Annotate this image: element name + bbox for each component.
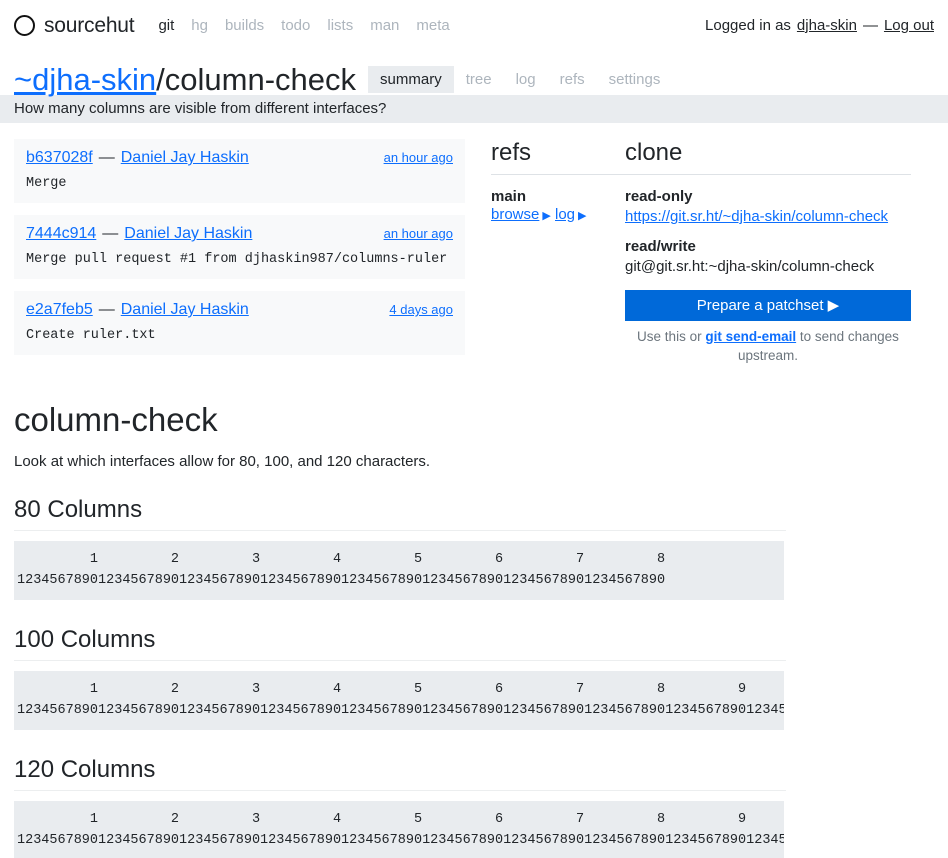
ruler-tens-line: 1 2 3 4 5 6 7 8 [17,552,666,567]
ruler-digits-line: 1234567890123456789012345678901234567890… [17,703,784,718]
nav-link-lists[interactable]: lists [327,17,353,34]
commit-dash: — [98,149,115,166]
nav-link-meta[interactable]: meta [416,17,449,34]
tab-refs[interactable]: refs [548,66,597,93]
ref-log-link[interactable]: log [555,206,575,223]
commit-author-link[interactable]: Daniel Jay Haskin [121,301,249,319]
tab-tree[interactable]: tree [454,66,504,93]
username-link[interactable]: djha-skin [797,17,857,34]
commit-hash-link[interactable]: e2a7feb5 [26,301,93,319]
ruler-digits-line: 1234567890123456789012345678901234567890… [17,573,666,588]
prepare-patchset-button[interactable]: Prepare a patchset ▶ [625,289,911,321]
commit-author-link[interactable]: Daniel Jay Haskin [121,149,249,167]
readme-title: column-check [14,401,218,438]
nav-separator: — [862,17,878,34]
logout-link[interactable]: Log out [884,17,934,34]
refs-panel: refs main browse ▶ log ▶ [465,123,625,367]
nav-link-man[interactable]: man [370,17,399,34]
commit-message: Merge [26,176,67,191]
ruler-block-120: 1 2 3 4 5 6 7 8 9 10 11 12 1234567890123… [14,801,784,858]
commit-header: b637028f — Daniel Jay Haskin an hour ago [26,149,453,167]
summary-columns: b637028f — Daniel Jay Haskin an hour ago… [0,123,948,367]
commit-message: Create ruler.txt [26,328,156,343]
clone-readwrite-label: read/write [625,237,696,255]
ref-actions: browse ▶ log ▶ [491,206,625,223]
page-title: ~djha-skin/column-check [14,64,356,95]
repo-name-label: column-check [164,62,357,97]
nav-link-builds[interactable]: builds [225,17,264,34]
tab-settings[interactable]: settings [597,66,673,93]
refs-panel-title: refs [491,139,625,175]
commit-header: 7444c914 — Daniel Jay Haskin an hour ago [26,225,453,243]
ruler-tens-line: 1 2 3 4 5 6 7 8 9 10 [17,682,784,697]
table-row: e2a7feb5 — Daniel Jay Haskin 4 days ago … [14,291,465,355]
clone-readonly-url: https://git.sr.ht/~djha-skin/column-chec… [625,206,911,228]
ref-browse-link[interactable]: browse [491,206,539,223]
clone-panel-title: clone [625,139,911,175]
readme-content: column-check Look at which interfaces al… [0,367,800,858]
ruler-block-100: 1 2 3 4 5 6 7 8 9 10 1234567890123456789… [14,671,784,730]
brand-label: sourcehut [44,13,135,37]
readme-heading-80-columns: 80 Columns [14,496,786,531]
commit-hash-link[interactable]: b637028f [26,149,93,167]
repo-title-slash: / [156,62,165,97]
ruler-digits-line: 1234567890123456789012345678901234567890… [17,833,784,848]
ruler-tens-line: 1 2 3 4 5 6 7 8 9 10 11 12 [89,812,747,827]
clone-readonly-link[interactable]: https://git.sr.ht/~djha-skin/column-chec… [625,208,888,225]
logged-in-label: Logged in as [705,17,791,34]
clone-panel: clone read-only https://git.sr.ht/~djha-… [625,123,925,367]
sourcehut-brand-link[interactable]: sourcehut [14,13,135,38]
clone-readonly-label: read-only [625,188,693,205]
service-nav-links: git hg builds todo lists man meta [158,17,449,34]
commit-timestamp-link[interactable]: an hour ago [384,150,453,165]
clone-readwrite-url: git@git.sr.ht:~djha-skin/column-check [625,257,875,275]
commit-hash-link[interactable]: 7444c914 [26,225,96,243]
patchset-note: Use this or git send-email to send chang… [625,327,911,366]
tab-summary[interactable]: summary [368,66,454,93]
readme-intro: Look at which interfaces allow for 80, 1… [14,453,431,470]
commit-header: e2a7feb5 — Daniel Jay Haskin 4 days ago [26,301,453,319]
nav-link-todo[interactable]: todo [281,17,310,34]
chevron-right-icon: ▶ [542,210,551,222]
table-row: 7444c914 — Daniel Jay Haskin an hour ago… [14,215,465,279]
repo-description: How many columns are visible from differ… [0,95,948,123]
readme-heading-120-columns: 120 Columns [14,756,786,791]
ruler-block-80: 1 2 3 4 5 6 7 8 123456789012345678901234… [14,541,784,600]
nav-link-hg[interactable]: hg [191,17,208,34]
commit-author-link[interactable]: Daniel Jay Haskin [124,225,252,243]
ref-branch-name: main [491,188,527,205]
top-navigation-bar: sourcehut git hg builds todo lists man m… [0,0,948,51]
table-row: b637028f — Daniel Jay Haskin an hour ago… [14,139,465,203]
commit-message: Merge pull request #1 from djhaskin987/c… [26,252,448,267]
repo-tab-bar: summary tree log refs settings [368,66,672,93]
circle-logo-icon [14,15,35,36]
commit-dash: — [98,301,115,318]
commit-list: b637028f — Daniel Jay Haskin an hour ago… [0,123,465,367]
patchset-note-prefix: Use this or [637,328,706,344]
account-status: Logged in as djha-skin — Log out [705,17,934,34]
commit-dash: — [102,225,119,242]
git-send-email-link[interactable]: git send-email [705,329,796,344]
commit-timestamp-link[interactable]: an hour ago [384,226,453,241]
readme-heading-100-columns: 100 Columns [14,626,786,661]
tab-log[interactable]: log [504,66,548,93]
repository-header: ~djha-skin/column-check summary tree log… [0,51,948,95]
repo-owner-link[interactable]: ~djha-skin [14,62,156,97]
chevron-right-icon: ▶ [578,210,587,222]
nav-link-git[interactable]: git [158,17,174,34]
commit-timestamp-link[interactable]: 4 days ago [389,302,453,317]
